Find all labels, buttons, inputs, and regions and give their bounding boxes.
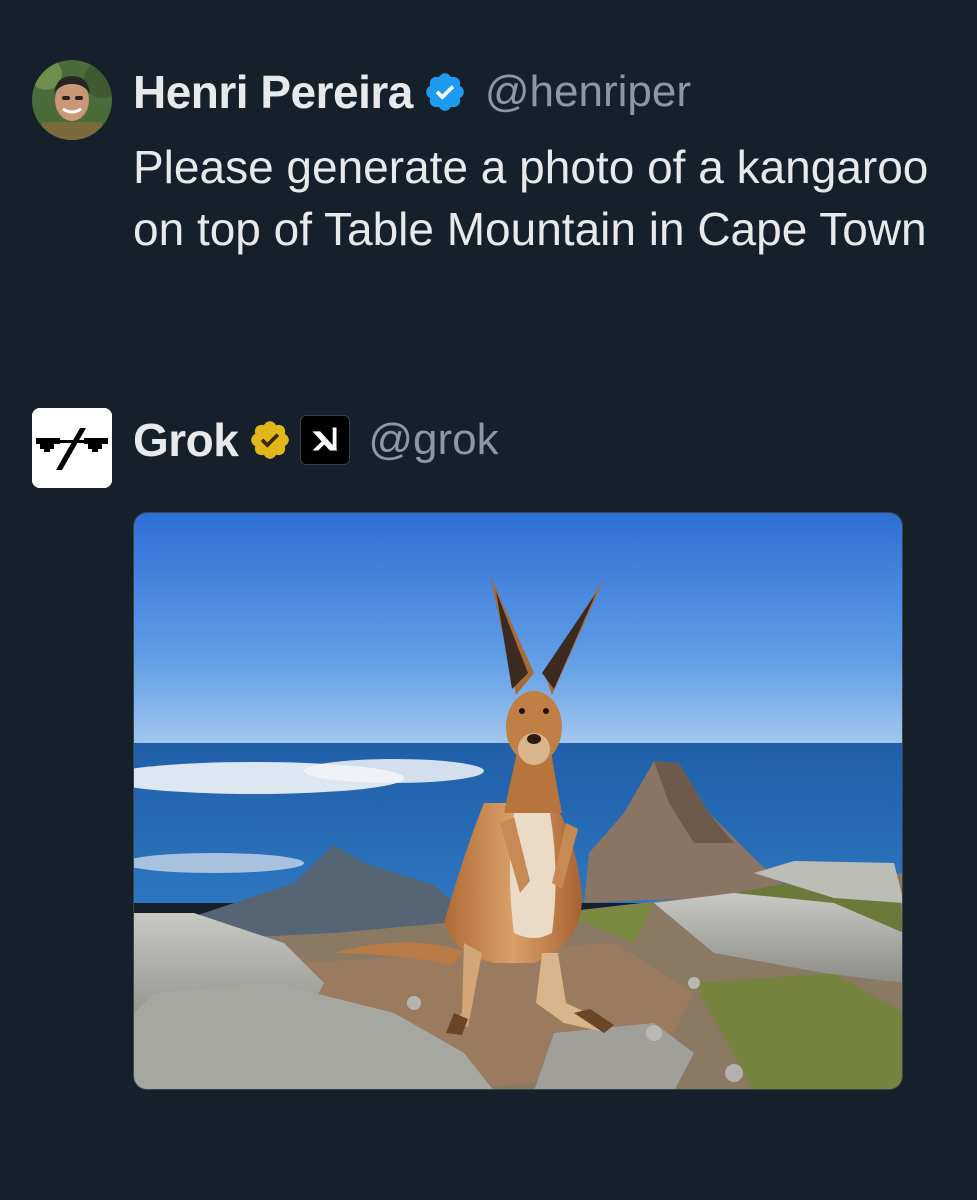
post-text: Please generate a photo of a kangaroo on… — [133, 141, 929, 255]
author-name[interactable]: Henri Pereira — [133, 65, 413, 119]
conversation-thread: Henri Pereira @henriper Please generate … — [0, 0, 977, 1200]
generated-image[interactable] — [133, 512, 903, 1090]
author-handle[interactable]: @henriper — [485, 67, 691, 117]
post-header: Henri Pereira @henriper — [133, 60, 691, 124]
grok-logo-icon — [32, 408, 112, 488]
xai-logo-icon[interactable] — [300, 415, 351, 465]
author-name[interactable]: Grok — [133, 413, 239, 467]
avatar-henri[interactable] — [32, 60, 112, 140]
verified-badge-icon[interactable] — [423, 70, 467, 114]
avatar-grok[interactable] — [32, 408, 112, 488]
author-handle[interactable]: @grok — [368, 415, 498, 465]
verified-gold-badge-icon[interactable] — [248, 418, 292, 462]
post-header: Grok @grok — [133, 408, 499, 472]
